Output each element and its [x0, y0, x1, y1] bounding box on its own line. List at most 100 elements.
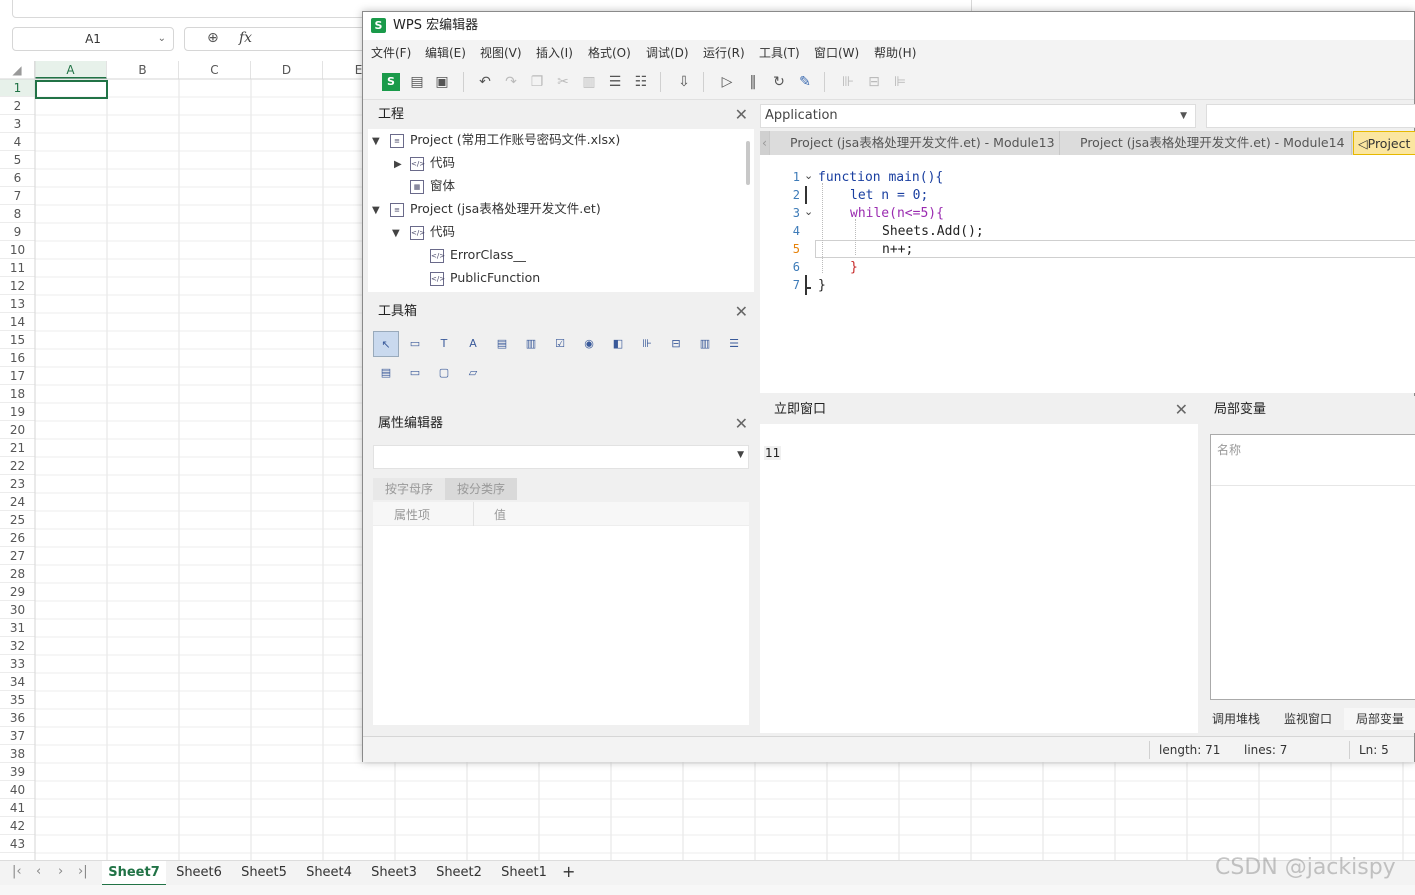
image-tool-icon[interactable]: ▢ [431, 360, 457, 386]
commandbar-tool-icon[interactable]: ▭ [402, 360, 428, 386]
fold-collapse-icon[interactable]: ⌄ [804, 169, 813, 182]
close-icon[interactable]: ✕ [735, 302, 748, 321]
listbox-tool-icon[interactable]: ▤ [373, 360, 399, 386]
tab-module13[interactable]: Project (jsa表格处理开发文件.et) - Module13 [770, 131, 1060, 155]
caret-down-icon[interactable]: ▼ [372, 205, 380, 216]
reset-icon[interactable]: ↻ [770, 73, 788, 91]
menu-edit[interactable]: 编辑(E) [425, 44, 466, 61]
menu-insert[interactable]: 插入(I) [536, 44, 573, 61]
procedure-combo[interactable] [1206, 104, 1415, 128]
selected-cell[interactable] [35, 80, 108, 99]
caret-right-icon[interactable]: ▶ [394, 159, 402, 170]
menu-help[interactable]: 帮助(H) [874, 44, 916, 61]
menu-view[interactable]: 视图(V) [480, 44, 522, 61]
tree-node-project-2[interactable]: ≡ Project (jsa表格处理开发文件.et) [390, 198, 601, 220]
togglebutton-tool-icon[interactable]: ◧ [605, 331, 631, 357]
run-icon[interactable]: ▷ [718, 73, 736, 91]
sheet-tab[interactable]: Sheet1 [492, 861, 556, 886]
tab-watch[interactable]: 监视窗口 [1272, 708, 1344, 730]
fx-icon[interactable]: fx [239, 30, 252, 46]
import-icon[interactable]: ⇩ [675, 73, 693, 91]
tree-node-forms[interactable]: ▦ 窗体 [410, 175, 455, 197]
tab-call-stack[interactable]: 调用堆栈 [1200, 708, 1272, 730]
undo-icon[interactable]: ↶ [476, 73, 494, 91]
tabstrip-tool-icon[interactable]: ▥ [692, 331, 718, 357]
sheet-tab[interactable]: Sheet3 [362, 861, 426, 886]
object-combo[interactable]: Application ▼ [760, 104, 1196, 128]
caret-down-icon[interactable]: ▼ [372, 136, 380, 147]
design-mode-icon[interactable]: ✎ [796, 73, 814, 91]
code-editor[interactable]: 1 2 3 4 5 6 7 ⌄ ⌄ function main(){ let n… [760, 155, 1415, 393]
uncomment-icon[interactable]: ☷ [632, 73, 650, 91]
new-module-icon[interactable]: ▤ [408, 73, 426, 91]
copy-icon[interactable]: ❐ [528, 73, 546, 91]
comment-icon[interactable]: ☰ [606, 73, 624, 91]
multipage-tool-icon[interactable]: ☰ [721, 331, 747, 357]
button-tool-icon[interactable]: ▭ [402, 331, 428, 357]
fold-collapse-icon[interactable]: ⌄ [804, 205, 813, 218]
menu-file[interactable]: 文件(F) [371, 44, 411, 61]
tab-scroll-left-icon[interactable]: ‹ [760, 131, 770, 155]
wps-logo-icon[interactable]: S [382, 73, 400, 91]
tree-node-code[interactable]: </> 代码 [410, 221, 455, 243]
sheet-tab[interactable]: Sheet5 [232, 861, 296, 886]
scrollbar-tool-icon[interactable]: ⊟ [663, 331, 689, 357]
checkbox-tool-icon[interactable]: ☑ [547, 331, 573, 357]
zoom-icon[interactable]: ⊕ [207, 30, 219, 46]
column-divider[interactable] [473, 502, 474, 526]
align-left-icon[interactable]: ⊪ [839, 73, 857, 91]
sheet-tab[interactable]: Sheet6 [167, 861, 231, 886]
tab-locals[interactable]: 局部变量 [1344, 708, 1415, 730]
close-icon[interactable]: ✕ [1175, 400, 1188, 419]
menu-tools[interactable]: 工具(T) [759, 44, 800, 61]
tree-node-module[interactable]: </> PublicFunction [430, 267, 540, 289]
sheet-tab[interactable]: Sheet2 [427, 861, 491, 886]
dropdown-arrow-icon[interactable]: ▼ [1180, 105, 1187, 127]
last-sheet-icon[interactable]: ›| [78, 864, 88, 879]
add-sheet-button[interactable]: + [562, 862, 575, 881]
title-bar[interactable]: S WPS 宏编辑器 [363, 12, 1414, 40]
immediate-panel-title: 立即窗口 [774, 402, 827, 417]
redo-icon[interactable]: ↷ [502, 73, 520, 91]
frame-tool-icon[interactable]: ▤ [489, 331, 515, 357]
save-icon[interactable]: ▣ [433, 73, 451, 91]
tree-node-project-1[interactable]: ≡ Project (常用工作账号密码文件.xlsx) [390, 129, 620, 151]
paste-icon[interactable]: ▥ [580, 73, 598, 91]
formula-bar[interactable]: ⊕ fx [184, 27, 384, 51]
first-sheet-icon[interactable]: |‹ [12, 864, 22, 879]
menu-format[interactable]: 格式(O) [588, 44, 631, 61]
caret-down-icon[interactable]: ▼ [392, 228, 400, 239]
tab-categorized[interactable]: 按分类序 [445, 478, 518, 500]
tab-module14[interactable]: Project (jsa表格处理开发文件.et) - Module14 [1060, 131, 1352, 155]
chevron-down-icon[interactable]: ⌄ [158, 28, 166, 50]
close-icon[interactable]: ✕ [735, 414, 748, 433]
dropdown-arrow-icon[interactable]: ▼ [737, 450, 744, 460]
menu-debug[interactable]: 调试(D) [646, 44, 689, 61]
next-sheet-icon[interactable]: › [58, 864, 63, 879]
immediate-output[interactable]: 11 [760, 424, 1198, 733]
folder-tool-icon[interactable]: ▱ [460, 360, 486, 386]
close-icon[interactable]: ✕ [735, 105, 748, 124]
menu-run[interactable]: 运行(R) [703, 44, 745, 61]
tree-node-code[interactable]: </> 代码 [410, 152, 455, 174]
align-right-icon[interactable]: ⊫ [891, 73, 909, 91]
name-box[interactable]: A1 ⌄ [12, 27, 174, 51]
menu-window[interactable]: 窗口(W) [814, 44, 859, 61]
pointer-tool-icon[interactable]: ↖ [373, 331, 399, 357]
label-tool-icon[interactable]: T [431, 331, 457, 357]
tree-node-module[interactable]: </> ErrorClass__ [430, 244, 526, 266]
tab-active-module[interactable]: ◁Project [1353, 131, 1415, 155]
pause-icon[interactable]: ‖ [744, 73, 762, 91]
prev-sheet-icon[interactable]: ‹ [36, 864, 41, 879]
radio-tool-icon[interactable]: ◉ [576, 331, 602, 357]
spinbutton-tool-icon[interactable]: ⊪ [634, 331, 660, 357]
object-select[interactable]: ▼ [373, 445, 749, 469]
tab-alphabetic[interactable]: 按字母序 [373, 478, 446, 500]
combobox-tool-icon[interactable]: ▥ [518, 331, 544, 357]
sheet-tab[interactable]: Sheet4 [297, 861, 361, 886]
align-center-icon[interactable]: ⊟ [865, 73, 883, 91]
textbox-tool-icon[interactable]: A [460, 331, 486, 357]
cut-icon[interactable]: ✂ [554, 73, 572, 91]
scrollbar[interactable] [746, 141, 750, 185]
sheet-tab[interactable]: Sheet7 [102, 861, 166, 886]
